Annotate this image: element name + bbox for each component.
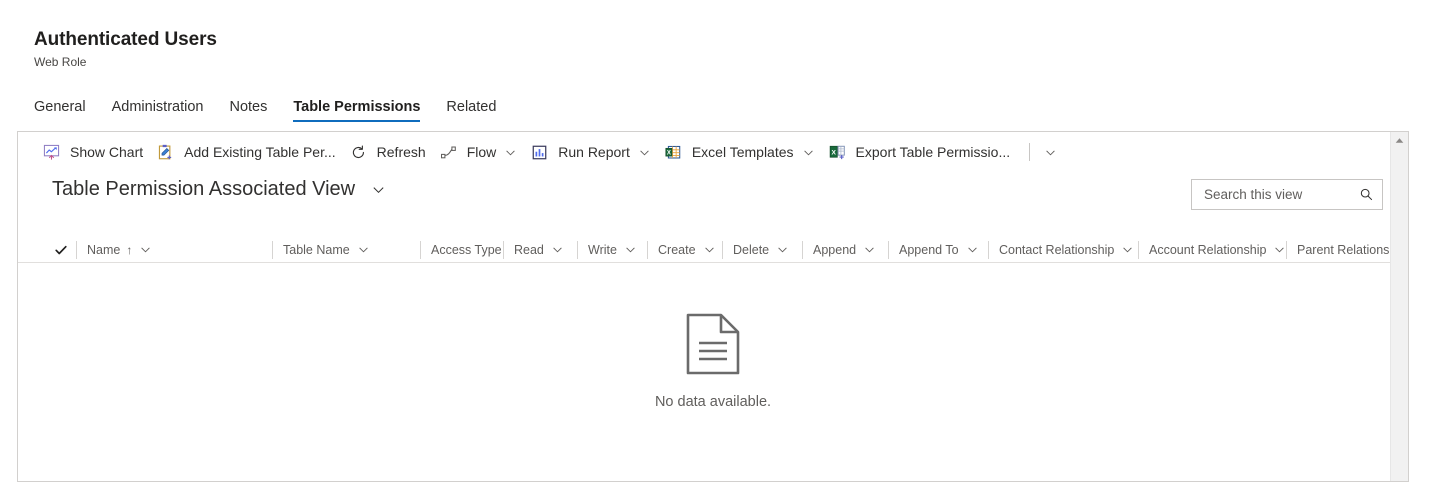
column-header-read[interactable]: Read [503, 240, 577, 259]
command-label: Add Existing Table Per... [184, 144, 336, 160]
column-header-write[interactable]: Write [577, 240, 647, 259]
column-header-label: Name [87, 242, 121, 257]
chevron-down-icon[interactable] [1273, 243, 1286, 256]
table-permissions-subgrid: Show Chart Add Existing Table Per... Refre… [17, 131, 1409, 482]
caret-up-icon[interactable] [1391, 132, 1408, 149]
command-bar: Show Chart Add Existing Table Per... Refre… [18, 132, 1408, 172]
column-header-label: Table Name [283, 242, 350, 257]
export-excel-icon: X [829, 144, 846, 161]
command-export-table-permissio[interactable]: X Export Table Permissio... [822, 134, 1018, 170]
chevron-down-icon[interactable] [624, 243, 637, 256]
chevron-down-icon[interactable] [863, 243, 876, 256]
grid-body: No data available. [18, 264, 1408, 481]
view-name: Table Permission Associated View [52, 178, 356, 200]
column-header-list: Name ↑ Table Name Access Type Read Write Creat… [76, 240, 1408, 259]
chevron-down-icon[interactable] [357, 243, 370, 256]
command-show-chart[interactable]: Show Chart [36, 134, 150, 170]
command-label: Excel Templates [691, 144, 794, 160]
svg-text:X: X [667, 150, 671, 156]
tab-administration[interactable]: Administration [112, 99, 204, 122]
column-header-label: Access Type [431, 242, 502, 257]
command-run-report[interactable]: Run Report [524, 134, 658, 170]
svg-text:X: X [831, 149, 836, 156]
record-header: Authenticated Users Web Role [34, 28, 934, 70]
select-all-checkbox[interactable] [54, 243, 76, 257]
excel-templates-icon: X [665, 144, 682, 161]
command-flow[interactable]: Flow [433, 134, 525, 170]
command-excel-templates[interactable]: X Excel Templates [658, 134, 822, 170]
refresh-icon [350, 144, 367, 161]
command-label: Run Report [558, 144, 630, 160]
tab-general[interactable]: General [34, 99, 86, 122]
search-input[interactable] [1202, 186, 1355, 203]
chevron-down-icon[interactable] [1121, 243, 1134, 256]
column-header-label: Delete [733, 242, 770, 257]
grid-column-headers: Name ↑ Table Name Access Type Read Write Creat… [18, 237, 1408, 263]
column-header-label: Contact Relationship [999, 242, 1115, 257]
column-header-label: Read [514, 242, 544, 257]
command-label: Refresh [376, 144, 426, 160]
column-header-label: Append To [899, 242, 959, 257]
record-subtitle: Web Role [34, 55, 87, 69]
tab-notes[interactable]: Notes [229, 99, 267, 122]
view-selector[interactable]: Table Permission Associated View [52, 176, 386, 203]
empty-state-message: No data available. [654, 394, 772, 410]
page-root: Authenticated Users Web Role General Admi… [0, 0, 1430, 500]
column-header-access-type[interactable]: Access Type [420, 240, 503, 259]
chevron-down-icon[interactable] [966, 243, 979, 256]
chevron-down-icon[interactable] [504, 146, 517, 159]
column-header-append-to[interactable]: Append To [888, 240, 988, 259]
column-header-label: Write [588, 242, 617, 257]
column-header-label: Account Relationship [1149, 242, 1267, 257]
command-label: Export Table Permissio... [855, 144, 1011, 160]
column-header-table-name[interactable]: Table Name [272, 240, 420, 259]
run-report-icon [531, 144, 548, 161]
command-label: Show Chart [70, 144, 144, 160]
column-header-label: Append [813, 242, 857, 257]
command-label: Flow [466, 144, 497, 160]
tab-related[interactable]: Related [446, 99, 496, 122]
command-add-existing-table-per[interactable]: Add Existing Table Per... [150, 134, 343, 170]
show-chart-icon [43, 144, 60, 161]
column-header-label: Create [658, 242, 696, 257]
command-bar-divider [1029, 143, 1031, 161]
search-box[interactable] [1191, 179, 1383, 210]
search-icon[interactable] [1359, 187, 1374, 202]
chevron-down-icon[interactable] [551, 243, 564, 256]
chevron-down-icon [371, 182, 386, 197]
column-header-create[interactable]: Create [647, 240, 722, 259]
column-header-name[interactable]: Name ↑ [76, 240, 272, 259]
chevron-down-icon[interactable] [703, 243, 716, 256]
view-selector-row: Table Permission Associated View [18, 172, 1408, 217]
column-header-account-relationship[interactable]: Account Relationship [1138, 240, 1286, 259]
vertical-scrollbar[interactable] [1390, 132, 1408, 481]
sort-ascending-icon: ↑ [126, 242, 133, 257]
chevron-down-icon[interactable] [776, 243, 789, 256]
chevron-down-icon[interactable] [139, 243, 152, 256]
command-refresh[interactable]: Refresh [343, 134, 433, 170]
add-existing-record-icon [157, 144, 174, 161]
document-icon [685, 313, 741, 380]
flow-icon [440, 144, 457, 161]
page-title: Authenticated Users [34, 29, 217, 50]
column-header-append[interactable]: Append [802, 240, 888, 259]
form-tab-list: General Administration Notes Table Permissi… [34, 90, 496, 122]
column-header-contact-relationship[interactable]: Contact Relationship [988, 240, 1138, 259]
column-header-delete[interactable]: Delete [722, 240, 802, 259]
tab-table-permissions[interactable]: Table Permissions [293, 99, 421, 122]
command-bar-overflow-chevron-down-icon[interactable] [1036, 134, 1064, 170]
chevron-down-icon[interactable] [802, 146, 815, 159]
chevron-down-icon[interactable] [638, 146, 651, 159]
